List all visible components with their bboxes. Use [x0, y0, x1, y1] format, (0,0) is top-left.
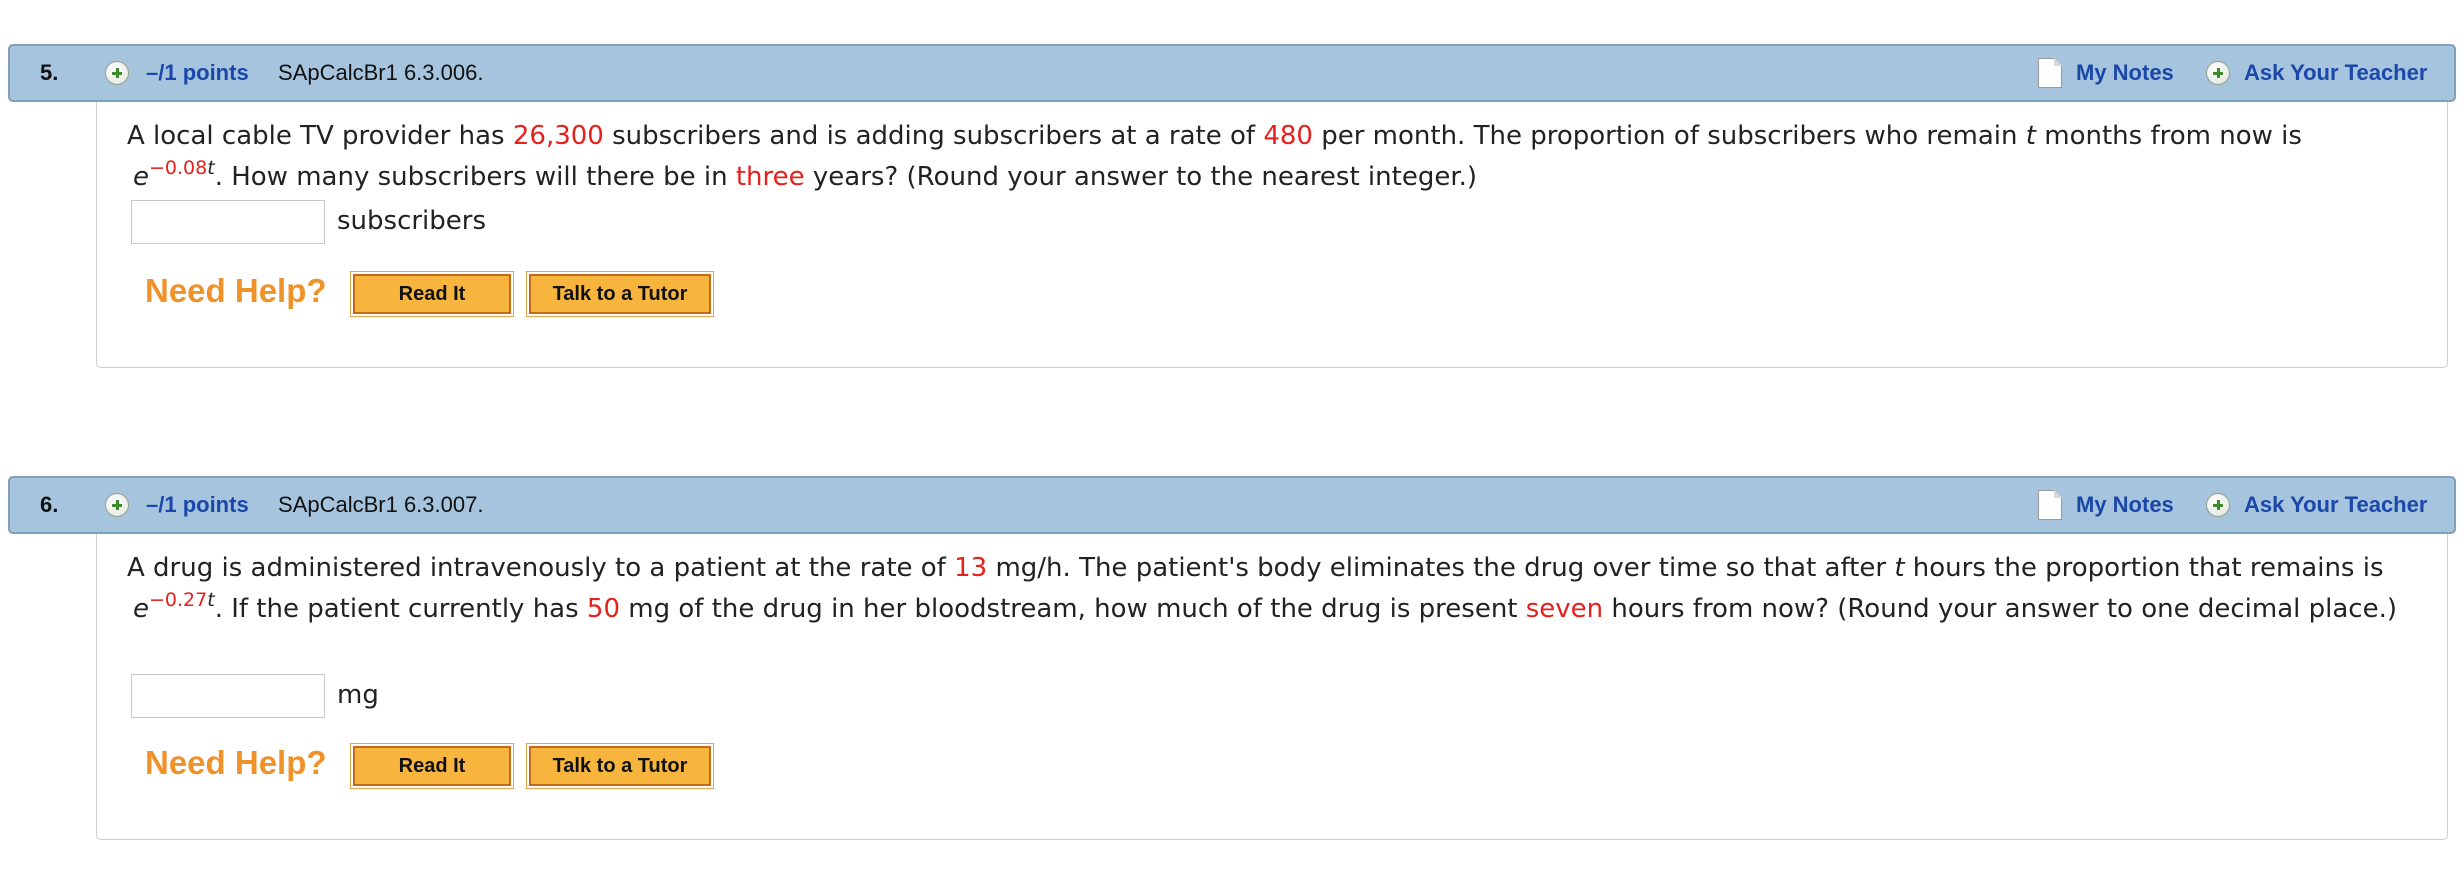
highlighted-value: three	[735, 162, 805, 192]
talk-to-tutor-button[interactable]: Talk to a Tutor	[526, 271, 714, 317]
question-header: 5. –/1 points SApCalcBr1 6.3.006. My Not…	[8, 44, 2456, 102]
answer-input[interactable]	[131, 674, 325, 718]
need-help-label: Need Help?	[145, 272, 327, 309]
talk-to-tutor-button[interactable]: Talk to a Tutor	[526, 743, 714, 789]
question-text: A local cable TV provider has 26,300 sub…	[127, 121, 2302, 192]
answer-unit: subscribers	[337, 206, 487, 236]
ask-teacher-plus-icon[interactable]	[2206, 61, 2230, 85]
question-number: 5.	[40, 60, 59, 85]
highlighted-value: seven	[1525, 594, 1604, 624]
highlighted-value: 480	[1263, 121, 1313, 151]
answer-input[interactable]	[131, 200, 325, 244]
note-icon[interactable]	[2038, 490, 2062, 520]
exponent: −0.08t	[149, 157, 215, 179]
read-it-button[interactable]: Read It	[350, 743, 514, 789]
my-notes-link[interactable]: My Notes	[2076, 60, 2174, 86]
question-body: A drug is administered intravenously to …	[96, 534, 2448, 840]
highlighted-value: 26,300	[512, 121, 604, 151]
highlighted-value: 13	[954, 553, 988, 583]
ask-teacher-plus-icon[interactable]	[2206, 493, 2230, 517]
points-link[interactable]: –/1 points	[146, 60, 249, 86]
my-notes-link[interactable]: My Notes	[2076, 492, 2174, 518]
expand-plus-icon[interactable]	[105, 493, 129, 517]
highlighted-value: 50	[586, 594, 621, 624]
read-it-button[interactable]: Read It	[350, 271, 514, 317]
note-icon[interactable]	[2038, 58, 2062, 88]
question-header: 6. –/1 points SApCalcBr1 6.3.007. My Not…	[8, 476, 2456, 534]
question-code: SApCalcBr1 6.3.006.	[278, 60, 484, 85]
question-body: A local cable TV provider has 26,300 sub…	[96, 102, 2448, 368]
points-link[interactable]: –/1 points	[146, 492, 249, 518]
question-number: 6.	[40, 492, 59, 517]
question-text: A drug is administered intravenously to …	[127, 553, 2397, 624]
ask-your-teacher-link[interactable]: Ask Your Teacher	[2244, 60, 2427, 86]
expand-plus-icon[interactable]	[105, 61, 129, 85]
exponent: −0.27t	[149, 589, 215, 611]
need-help-label: Need Help?	[145, 744, 327, 781]
ask-your-teacher-link[interactable]: Ask Your Teacher	[2244, 492, 2427, 518]
question-code: SApCalcBr1 6.3.007.	[278, 492, 484, 517]
answer-unit: mg	[337, 680, 379, 710]
